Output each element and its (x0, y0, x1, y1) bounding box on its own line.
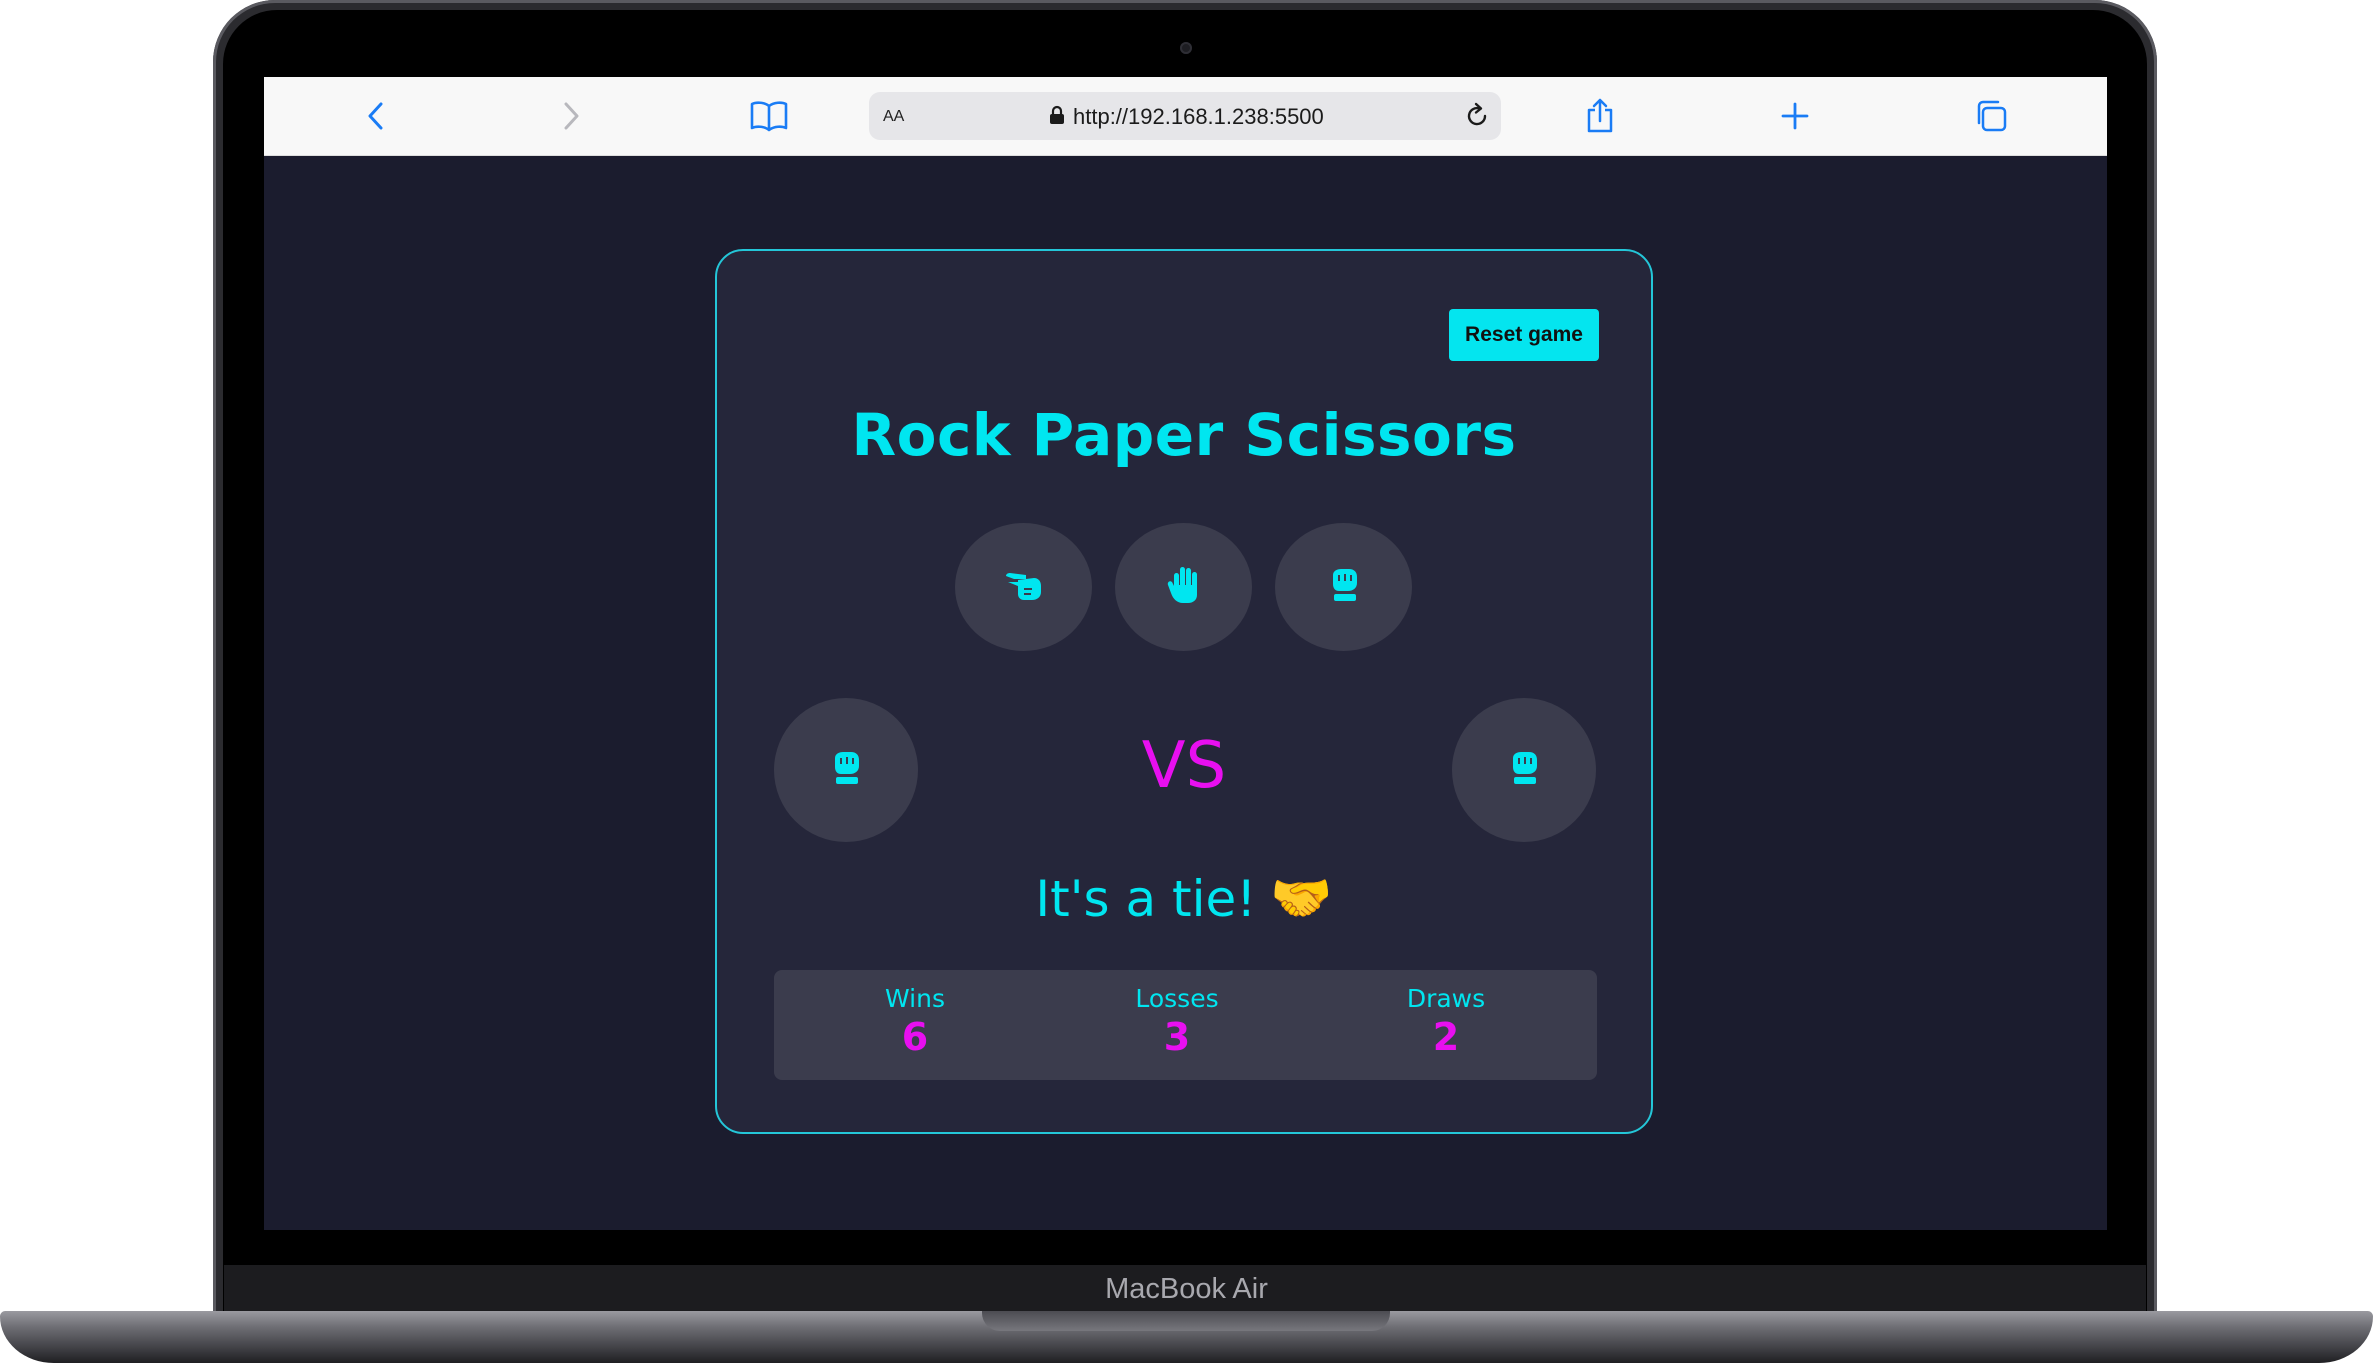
share-icon[interactable] (1580, 96, 1620, 136)
camera (1180, 42, 1192, 54)
result-message: It's a tie! 🤝 (717, 869, 1651, 928)
score-wins: Wins 6 (815, 984, 1015, 1060)
choice-scissors-button[interactable] (955, 523, 1092, 651)
score-value: 3 (1163, 1015, 1191, 1059)
chevron-left-icon[interactable] (356, 96, 396, 136)
score-label: Wins (885, 984, 945, 1013)
score-draws: Draws 2 (1346, 984, 1546, 1060)
device-label: MacBook Air (1105, 1273, 1268, 1305)
hand-rock-icon (1509, 750, 1539, 791)
game-title: Rock Paper Scissors (851, 401, 1517, 469)
scoreboard: Wins 6 Losses 3 Draws 2 (774, 970, 1597, 1080)
hand-paper-icon (1166, 565, 1202, 610)
choice-paper-button[interactable] (1115, 523, 1252, 651)
choice-rock-button[interactable] (1275, 523, 1412, 651)
game-card: Reset game Rock Paper Scissors VS It's a… (715, 249, 1653, 1134)
url-display[interactable]: http://192.168.1.238:5500 (1049, 104, 1324, 130)
text-size-button[interactable]: AA (883, 104, 904, 127)
reload-icon[interactable] (1461, 100, 1493, 132)
score-value: 6 (901, 1015, 929, 1059)
score-losses: Losses 3 (1077, 984, 1277, 1060)
book-icon[interactable] (749, 96, 789, 136)
url-text: http://192.168.1.238:5500 (1073, 104, 1324, 129)
plus-icon[interactable] (1775, 96, 1815, 136)
result-text: It's a tie! (1035, 869, 1257, 928)
score-label: Draws (1406, 984, 1486, 1013)
screen: AA http://192.168.1.238:5500 Reset game … (264, 77, 2107, 1230)
browser-toolbar: AA http://192.168.1.238:5500 (264, 77, 2107, 156)
chevron-right-icon[interactable] (551, 96, 591, 136)
score-label: Losses (1135, 984, 1219, 1013)
computer-pick (1452, 698, 1596, 842)
hand-scissors-icon (1004, 568, 1044, 607)
tabs-icon[interactable] (1971, 96, 2011, 136)
handshake-icon: 🤝 (1270, 869, 1333, 927)
laptop-notch (982, 1311, 1390, 1331)
reset-game-button[interactable]: Reset game (1449, 309, 1599, 361)
address-bar[interactable]: AA http://192.168.1.238:5500 (869, 92, 1501, 140)
hand-rock-icon (1329, 567, 1359, 608)
score-value: 2 (1432, 1015, 1460, 1059)
lock-icon (1049, 105, 1065, 130)
